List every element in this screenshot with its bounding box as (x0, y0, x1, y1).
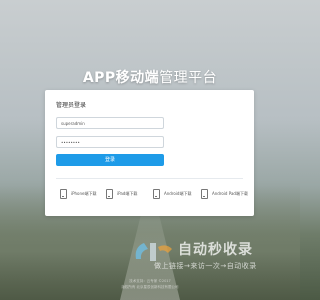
download-android[interactable]: Android端下载 (153, 187, 191, 201)
iphone-icon (60, 189, 67, 199)
watermark-main-text: 自动秒收录 (178, 242, 253, 258)
android-pad-icon (201, 189, 208, 199)
page-title: APP移动端管理平台 (0, 67, 300, 87)
download-android-pad[interactable]: Android Pad端下载 (201, 187, 248, 201)
download-android-label: Android端下载 (164, 191, 192, 196)
download-ipad[interactable]: iPad端下载 (106, 187, 137, 201)
divider (56, 178, 243, 179)
download-ipad-label: iPad端下载 (117, 191, 138, 196)
title-light: 管理平台 (159, 70, 218, 86)
download-android-pad-label: Android Pad端下载 (212, 191, 248, 196)
android-phone-icon (153, 189, 160, 199)
footer-line-1: 技术支持：云专家 ©2017 (129, 279, 171, 283)
title-bold: APP移动端 (82, 70, 160, 86)
login-button[interactable]: 登录 (56, 154, 164, 166)
watermark-sub-text: 做上链接→来访一次→自动收录 (154, 262, 257, 270)
footer-line-2: 版权所有 北京星辰创新科技有限公司 (121, 285, 179, 289)
login-heading: 管理员登录 (56, 102, 87, 109)
watermark: 自动秒收录 做上链接→来访一次→自动收录 (132, 237, 282, 277)
password-input[interactable]: •••••••• (56, 136, 164, 148)
username-input[interactable]: superadmin (56, 117, 164, 129)
ipad-icon (106, 189, 113, 199)
download-iphone[interactable]: iPhone端下载 (60, 187, 97, 201)
login-card: 管理员登录 superadmin •••••••• 登录 iPhone端下载 i… (45, 90, 254, 216)
download-iphone-label: iPhone端下载 (71, 191, 97, 196)
